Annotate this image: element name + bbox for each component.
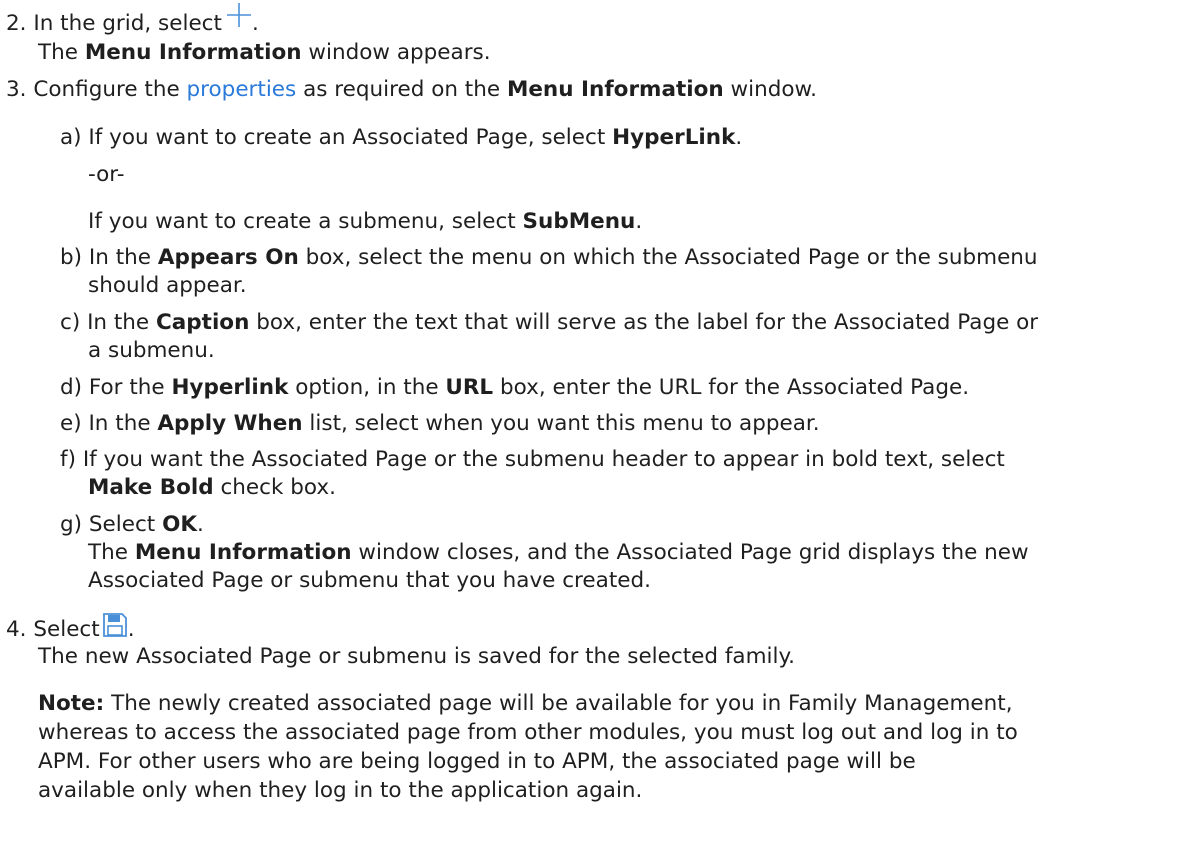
substep-c-cont: a submenu.: [88, 338, 215, 363]
plus-icon: [226, 2, 252, 28]
substep-b: b) In the Appears On box, select the men…: [60, 245, 1038, 270]
substep-g-result: The Menu Information window closes, and …: [88, 540, 1029, 565]
substep-g: g) Select OK.: [60, 512, 204, 537]
make-bold-term: Make Bold: [88, 475, 214, 500]
substep-a-or: -or-: [88, 162, 125, 187]
hyperlink-option-term: Hyperlink: [171, 375, 289, 400]
substep-g-label: g): [60, 512, 83, 537]
step-2-line: 2. In the grid, select.: [6, 3, 259, 38]
substep-b-label: b): [60, 245, 83, 270]
note-line-4: available only when they log in to the a…: [38, 778, 643, 803]
step-4-line: 4. Select.: [6, 612, 135, 644]
note-line-3: APM. For other users who are being logge…: [38, 749, 916, 774]
step-4-number: 4.: [6, 617, 27, 642]
substep-e: e) In the Apply When list, select when y…: [60, 411, 820, 436]
step-2-end: .: [251, 11, 259, 36]
note-line-1: Note: The newly created associated page …: [38, 691, 1013, 716]
step-4-result: The new Associated Page or submenu is sa…: [38, 644, 795, 669]
ok-term: OK: [162, 512, 197, 537]
step-3-number: 3.: [6, 77, 27, 102]
substep-g-result-cont: Associated Page or submenu that you have…: [88, 568, 651, 593]
substep-c-label: c): [60, 310, 81, 335]
caption-term: Caption: [155, 310, 250, 335]
step-3-line: 3. Configure the properties as required …: [6, 77, 817, 102]
note-line-2: whereas to access the associated page fr…: [38, 720, 1018, 745]
submenu-term: SubMenu: [522, 209, 636, 234]
hyperlink-term: HyperLink: [612, 125, 736, 150]
substep-a-alt: If you want to create a submenu, select …: [88, 209, 643, 234]
substep-a: a) If you want to create an Associated P…: [60, 125, 743, 150]
url-term: URL: [445, 375, 494, 400]
step-2-result: The Menu Information window appears.: [38, 40, 491, 65]
apply-when-term: Apply When: [157, 411, 303, 436]
step-2-text: In the grid, select: [33, 11, 222, 36]
substep-d: d) For the Hyperlink option, in the URL …: [60, 375, 970, 400]
substep-e-label: e): [60, 411, 82, 436]
menu-information-term: Menu Information: [84, 40, 302, 65]
save-icon: [102, 612, 128, 638]
substep-c: c) In the Caption box, enter the text th…: [60, 310, 1039, 335]
properties-link[interactable]: properties: [187, 77, 297, 102]
substep-f: f) If you want the Associated Page or th…: [60, 447, 1005, 472]
substep-f-cont: Make Bold check box.: [88, 475, 336, 500]
appears-on-term: Appears On: [157, 245, 299, 270]
substep-b-cont: should appear.: [88, 273, 247, 298]
substep-f-label: f): [60, 447, 76, 472]
substep-d-label: d): [60, 375, 83, 400]
step-2-number: 2.: [6, 11, 27, 36]
procedure-document: 2. In the grid, select. The Menu Informa…: [0, 0, 1195, 851]
note-label: Note:: [38, 691, 105, 716]
substep-a-label: a): [60, 125, 82, 150]
